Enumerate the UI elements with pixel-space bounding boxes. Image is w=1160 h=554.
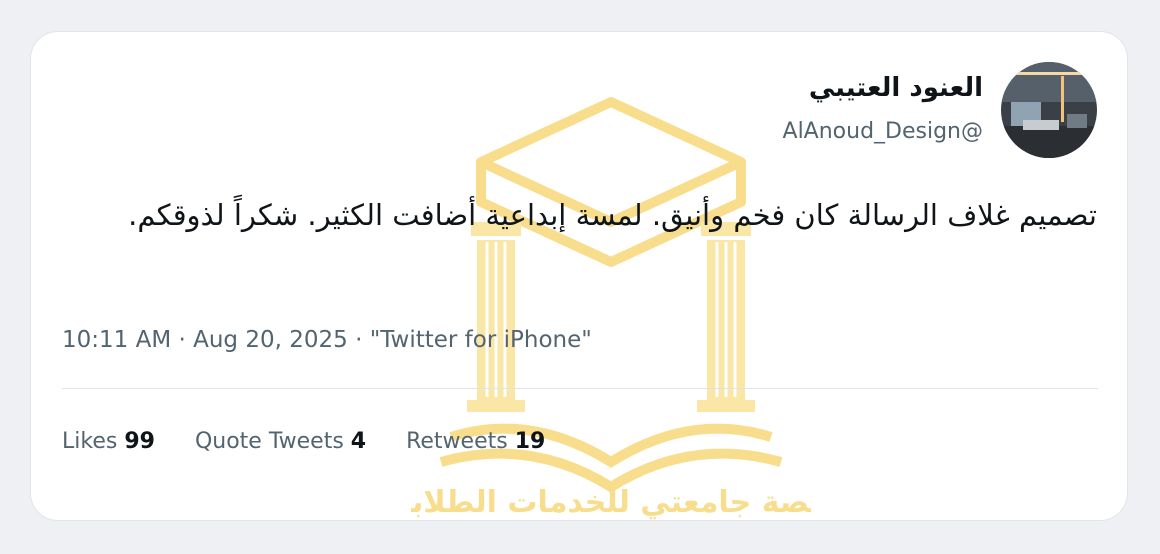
- retweets-stat[interactable]: Retweets 19: [406, 424, 545, 460]
- meta-separator: ·: [347, 327, 370, 353]
- tweet-date[interactable]: Aug 20, 2025: [193, 327, 348, 353]
- tweet-stats: Likes 99 Quote Tweets 4 Retweets 19: [62, 424, 585, 460]
- tweet-time[interactable]: 10:11 AM: [62, 327, 171, 353]
- likes-label: Likes: [62, 429, 118, 454]
- likes-stat[interactable]: Likes 99: [62, 424, 155, 460]
- avatar[interactable]: [1001, 62, 1097, 158]
- watermark-text: منصة جامعتي للخدمات الطلابية: [411, 485, 811, 520]
- tweet-meta: 10:11 AM · Aug 20, 2025 · "Twitter for i…: [62, 322, 592, 358]
- quote-tweets-stat[interactable]: Quote Tweets 4: [195, 424, 366, 460]
- tweet-text: تصميم غلاف الرسالة كان فخم وأنيق. لمسة إ…: [128, 198, 1097, 232]
- retweets-count: 19: [514, 429, 546, 454]
- meta-separator: ·: [171, 327, 194, 353]
- author-info: العنود العتيبي @AlAnoud_Design: [783, 68, 983, 152]
- tweet-card: منصة جامعتي للخدمات الطلابية العنود العت…: [30, 31, 1128, 521]
- likes-count: 99: [124, 429, 155, 454]
- quote-tweets-label: Quote Tweets: [194, 429, 344, 454]
- avatar-image: [1001, 62, 1097, 158]
- retweets-label: Retweets: [406, 429, 508, 454]
- tweet-source: "Twitter for iPhone": [369, 327, 592, 353]
- tweet-header: العنود العتيبي @AlAnoud_Design: [783, 62, 1097, 158]
- quote-tweets-count: 4: [350, 429, 367, 454]
- author-display-name[interactable]: العنود العتيبي: [783, 68, 983, 108]
- author-handle[interactable]: @AlAnoud_Design: [783, 112, 983, 152]
- divider: [62, 388, 1098, 389]
